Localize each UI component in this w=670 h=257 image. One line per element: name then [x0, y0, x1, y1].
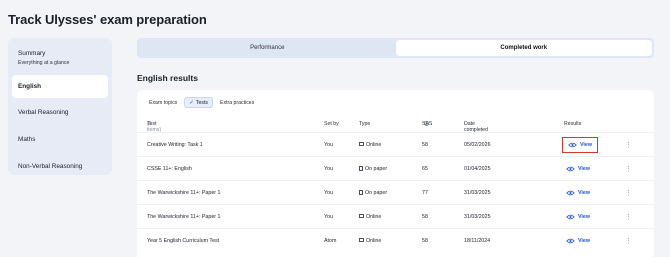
filter-label: Exam topics — [149, 99, 178, 106]
test-name: Creative Writing: Task 1 — [147, 141, 203, 148]
test-name: The Warwickshire 11+: Paper 1 — [147, 213, 221, 220]
tab-performance[interactable]: Performance — [139, 40, 396, 56]
test-name: Year 5 English Curriculum Test — [147, 237, 220, 244]
page-title: Track Ulysses' exam preparation — [8, 12, 207, 27]
filter-chips: Exam topics ✓ Tests Extra practices — [145, 97, 258, 108]
eye-icon — [566, 190, 575, 195]
sas-score: 58 — [422, 141, 428, 148]
sidebar-item-maths[interactable]: Maths — [12, 127, 108, 152]
type-label: On paper — [365, 189, 388, 196]
sidebar: Summary Everything at a glance English V… — [8, 38, 112, 175]
view-results-link[interactable]: View — [566, 238, 590, 244]
type-label: Online — [366, 237, 382, 244]
table-row: Creative Writing: Task 1 You Online 58 0… — [137, 132, 654, 156]
document-icon — [359, 189, 363, 195]
kebab-icon[interactable]: ⋮ — [625, 165, 632, 173]
set-by: You — [324, 165, 333, 172]
header-type: Type — [359, 121, 371, 127]
sas-score: 77 — [422, 189, 428, 196]
view-label: View — [578, 189, 590, 196]
info-icon[interactable]: i — [424, 121, 429, 126]
test-type: Online — [359, 238, 381, 244]
type-label: On paper — [365, 165, 388, 172]
sidebar-item-sublabel: Everything at a glance — [18, 59, 70, 66]
kebab-icon[interactable]: ⋮ — [625, 237, 632, 245]
view-results-link[interactable]: View — [566, 214, 590, 220]
document-icon — [359, 165, 363, 171]
view-toggle: Performance Completed work — [137, 38, 654, 58]
sidebar-item-label: Maths — [18, 136, 36, 143]
kebab-icon[interactable]: ⋮ — [625, 213, 632, 221]
view-results-link[interactable]: View — [562, 136, 598, 153]
sas-score: 65 — [422, 165, 428, 172]
tab-completed-work[interactable]: Completed work — [395, 40, 652, 56]
eye-icon — [566, 238, 575, 243]
filter-extra-practices[interactable]: Extra practices — [216, 97, 258, 108]
filter-tests[interactable]: ✓ Tests — [184, 97, 213, 108]
date-completed: 18/11/2024 — [464, 237, 491, 244]
filter-exam-topics[interactable]: Exam topics — [145, 97, 181, 108]
filter-label: Tests — [195, 99, 208, 106]
test-type: Online — [359, 214, 381, 220]
sort-down-icon[interactable]: ↓ — [470, 121, 473, 127]
view-label: View — [578, 165, 590, 172]
table-row: CSSE 11+: English You On paper 65 01/04/… — [137, 156, 654, 180]
date-completed: 01/04/2025 — [464, 165, 491, 172]
sas-score: 58 — [422, 213, 428, 220]
table-row: The Warwickshire 11+: Paper 1 You Online… — [137, 204, 654, 228]
view-label: View — [578, 213, 590, 220]
type-label: Online — [366, 213, 382, 220]
set-by: Atom — [324, 237, 337, 244]
view-results-link[interactable]: View — [566, 190, 590, 196]
section-title: English results — [137, 73, 198, 83]
sidebar-item-non-verbal-reasoning[interactable]: Non-Verbal Reasoning — [12, 154, 108, 179]
test-type: Online — [359, 142, 381, 148]
view-label: View — [580, 141, 592, 148]
eye-icon — [566, 214, 575, 219]
kebab-icon[interactable]: ⋮ — [625, 141, 632, 149]
sidebar-item-english[interactable]: English — [12, 75, 108, 98]
sas-score: 58 — [422, 237, 428, 244]
laptop-icon — [359, 214, 364, 219]
sidebar-item-label: Summary — [18, 49, 46, 57]
laptop-icon — [359, 142, 364, 147]
laptop-icon — [359, 238, 364, 243]
sidebar-item-summary[interactable]: Summary Everything at a glance — [12, 42, 108, 73]
set-by: You — [324, 189, 333, 196]
test-type: On paper — [359, 190, 387, 196]
date-completed: 31/03/2025 — [464, 189, 491, 196]
sidebar-item-label: Non-Verbal Reasoning — [18, 163, 83, 170]
sidebar-item-label: Verbal Reasoning — [18, 109, 69, 116]
set-by: You — [324, 141, 333, 148]
test-name: CSSE 11+: English — [147, 165, 192, 172]
table-row: Year 5 English Curriculum Test Atom Onli… — [137, 228, 654, 252]
eye-icon — [568, 142, 577, 147]
table-row: The Warwickshire 11+: Paper 1 You On pap… — [137, 180, 654, 204]
header-results: Results — [564, 121, 582, 127]
view-results-link[interactable]: View — [566, 166, 590, 172]
test-name: The Warwickshire 11+: Paper 1 — [147, 189, 221, 196]
test-type: On paper — [359, 166, 387, 172]
header-set-by: Set by — [324, 121, 339, 127]
date-completed: 31/03/2025 — [464, 213, 491, 220]
view-label: View — [578, 237, 590, 244]
results-card: Exam topics ✓ Tests Extra practices Test … — [137, 90, 654, 257]
kebab-icon[interactable]: ⋮ — [625, 189, 632, 197]
type-label: Online — [366, 141, 382, 148]
date-completed: 05/02/2026 — [464, 141, 491, 148]
eye-icon — [566, 166, 575, 171]
sidebar-item-label: English — [18, 83, 42, 90]
set-by: You — [324, 213, 333, 220]
filter-label: Extra practices — [219, 99, 255, 106]
sidebar-item-verbal-reasoning[interactable]: Verbal Reasoning — [12, 100, 108, 125]
check-icon: ✓ — [189, 99, 194, 106]
